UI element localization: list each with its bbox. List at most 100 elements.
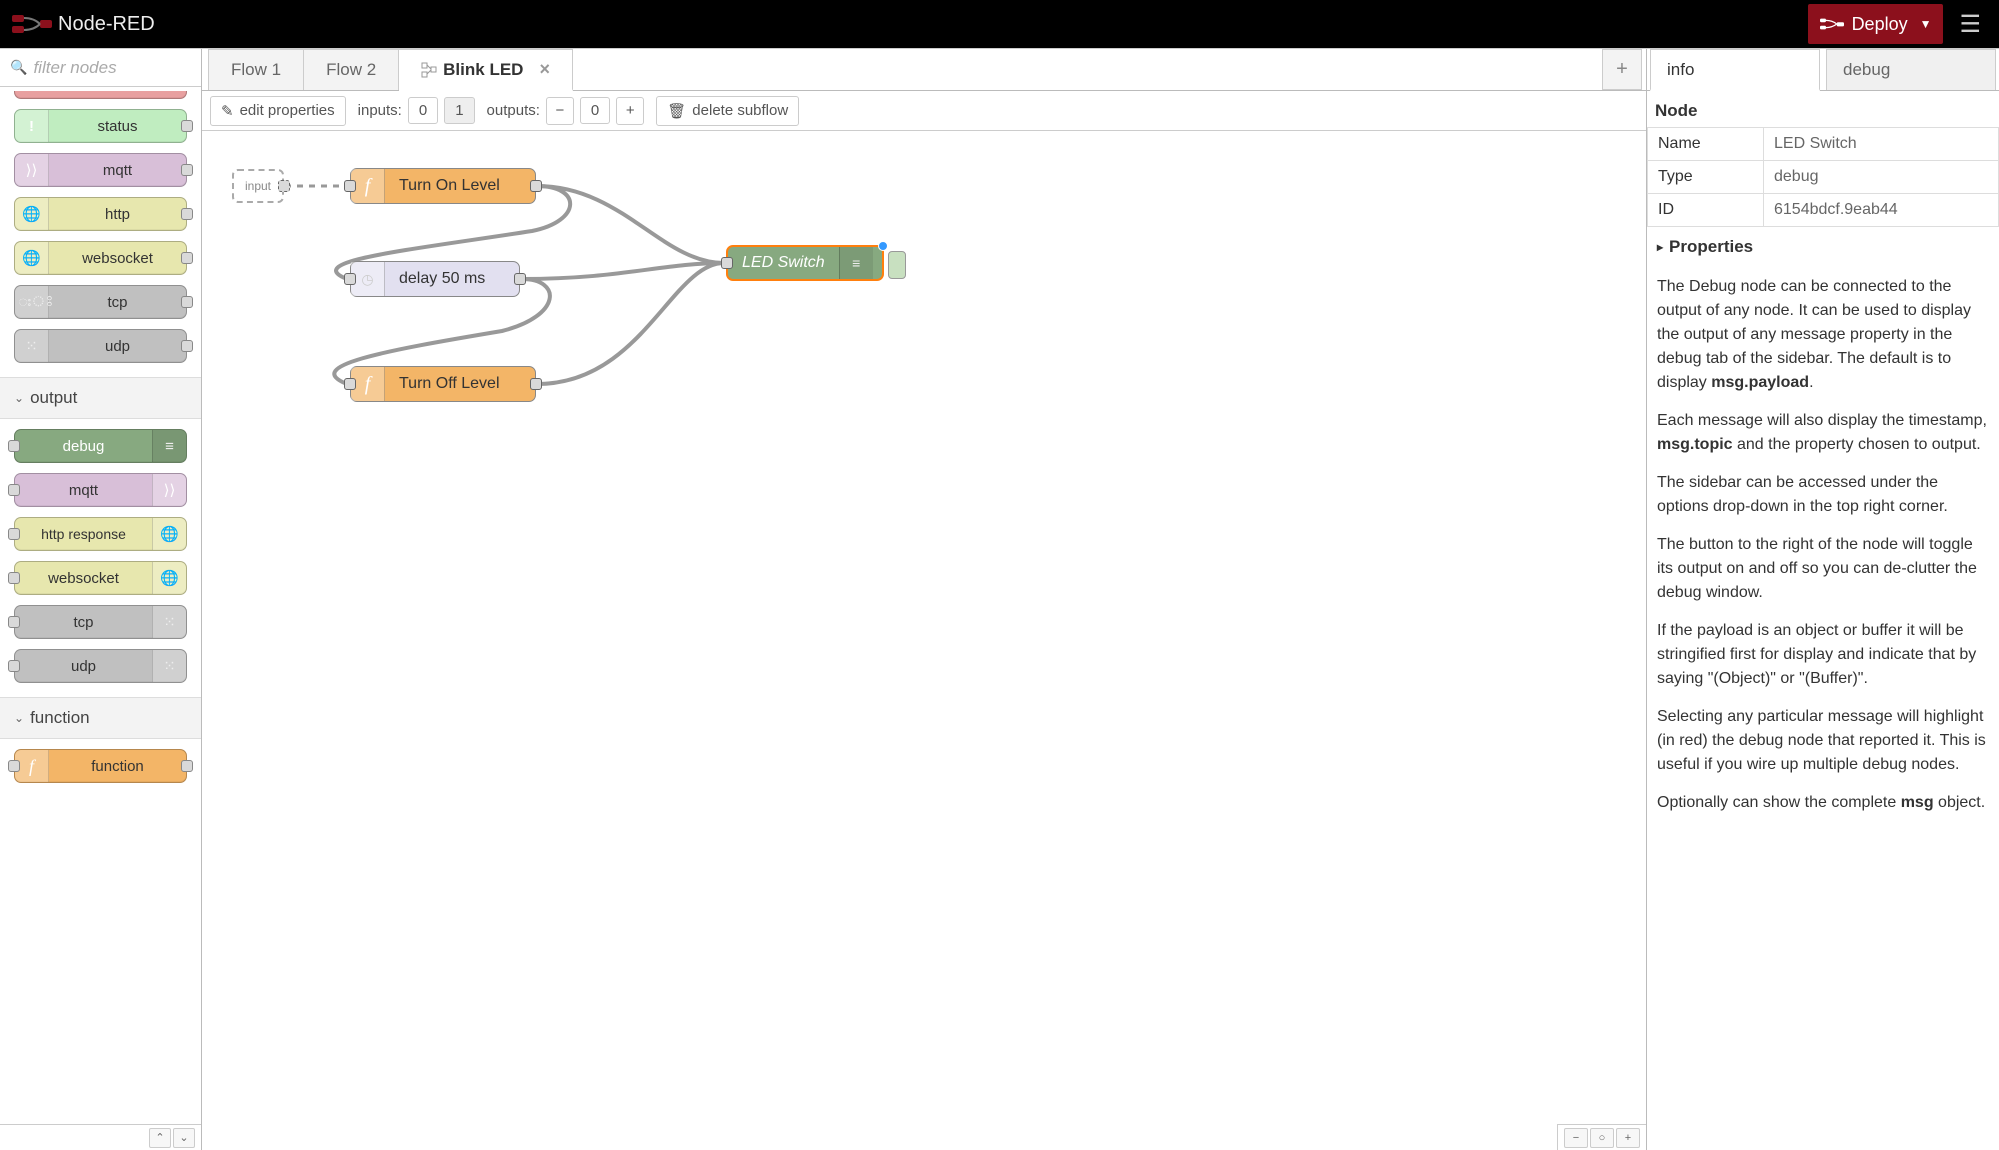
- node-output-port[interactable]: [514, 273, 526, 285]
- outputs-value: 0: [580, 97, 610, 124]
- palette-panel: 🔍 ! status ⟩⟩ mqtt: [0, 49, 202, 1150]
- palette-node-udp-in[interactable]: ⁙ udp: [14, 329, 187, 363]
- tab-blink-led[interactable]: Blink LED ×: [399, 49, 573, 91]
- outputs-increment-button[interactable]: +: [616, 97, 644, 125]
- node-output-port[interactable]: [278, 180, 290, 192]
- table-row: NameLED Switch: [1648, 128, 1999, 161]
- delete-subflow-button[interactable]: 🗑 delete subflow: [656, 96, 799, 126]
- sidebar-properties-toggle[interactable]: ▸ Properties: [1647, 227, 1999, 267]
- palette-collapse-all-button[interactable]: ⌃: [149, 1128, 171, 1148]
- main-menu-button[interactable]: ☰: [1953, 6, 1987, 43]
- node-input-port[interactable]: [344, 378, 356, 390]
- flow-node-delay[interactable]: ◷ delay 50 ms: [350, 261, 520, 297]
- mqtt-icon: ⟩⟩: [26, 161, 38, 179]
- palette-node-udp-out[interactable]: udp ⁙: [14, 649, 187, 683]
- edit-properties-button[interactable]: ✎ edit properties: [210, 96, 346, 126]
- minus-icon: −: [556, 102, 565, 119]
- node-help-text: The Debug node can be connected to the o…: [1647, 267, 1999, 849]
- chevron-down-icon: ⌄: [14, 391, 24, 405]
- debug-toggle-button[interactable]: [888, 251, 906, 279]
- tab-flow-2[interactable]: Flow 2: [304, 49, 399, 90]
- sidebar-tab-info[interactable]: info: [1650, 49, 1820, 91]
- node-output-port[interactable]: [181, 340, 193, 352]
- palette-search: 🔍: [0, 49, 201, 87]
- palette-node-http-response[interactable]: http response 🌐: [14, 517, 187, 551]
- node-output-port[interactable]: [181, 760, 193, 772]
- subflow-toolbar: ✎ edit properties inputs: 0 1 outputs: −…: [202, 91, 1646, 131]
- node-output-port[interactable]: [530, 378, 542, 390]
- node-input-port[interactable]: [8, 760, 20, 772]
- palette-filter-input[interactable]: [33, 58, 191, 78]
- node-output-port[interactable]: [181, 164, 193, 176]
- node-input-port[interactable]: [344, 273, 356, 285]
- function-icon: f: [29, 756, 34, 777]
- node-info-table: NameLED Switch Typedebug ID6154bdcf.9eab…: [1647, 127, 1999, 227]
- palette-node-mqtt-out[interactable]: mqtt ⟩⟩: [14, 473, 187, 507]
- deploy-icon: [1820, 15, 1844, 33]
- node-input-port[interactable]: [344, 180, 356, 192]
- chevrons-down-icon: ⌄: [179, 1131, 188, 1144]
- function-icon: f: [365, 175, 371, 198]
- palette-category-function[interactable]: ⌄ function: [0, 697, 201, 739]
- node-input-port[interactable]: [8, 528, 20, 540]
- sidebar-tabs: info debug: [1647, 49, 1999, 91]
- flow-node-turn-on[interactable]: f Turn On Level: [350, 168, 536, 204]
- node-input-port[interactable]: [8, 440, 20, 452]
- minus-icon: −: [1573, 1132, 1579, 1144]
- node-input-port[interactable]: [8, 572, 20, 584]
- zoom-reset-button[interactable]: ○: [1590, 1128, 1614, 1148]
- tab-close-button[interactable]: ×: [539, 59, 550, 80]
- palette-node-tcp-in[interactable]: �းঃ tcp: [14, 285, 187, 319]
- node-output-port[interactable]: [181, 252, 193, 264]
- app-title: Node-RED: [58, 13, 155, 36]
- palette-node-websocket-in[interactable]: 🌐 websocket: [14, 241, 187, 275]
- plus-icon: +: [1616, 58, 1628, 81]
- sidebar-section-node: Node: [1647, 91, 1999, 127]
- mqtt-icon: ⟩⟩: [164, 481, 176, 499]
- palette-node-tcp-out[interactable]: tcp ⁙: [14, 605, 187, 639]
- node-output-port[interactable]: [181, 120, 193, 132]
- node-input-port[interactable]: [8, 484, 20, 496]
- debug-icon: ≡: [852, 255, 860, 271]
- trash-icon: 🗑: [667, 102, 686, 120]
- zoom-out-button[interactable]: −: [1564, 1128, 1588, 1148]
- node-input-port[interactable]: [8, 660, 20, 672]
- palette-node-websocket-out[interactable]: websocket 🌐: [14, 561, 187, 595]
- node-input-port[interactable]: [8, 616, 20, 628]
- workspace-tabs: Flow 1 Flow 2 Blink LED × +: [202, 49, 1646, 91]
- globe-icon: 🌐: [160, 525, 179, 543]
- sidebar-tab-debug[interactable]: debug: [1826, 49, 1996, 90]
- outputs-decrement-button[interactable]: −: [546, 97, 574, 125]
- node-output-port[interactable]: [181, 208, 193, 220]
- flow-node-turn-off[interactable]: f Turn Off Level: [350, 366, 536, 402]
- subflow-input-node[interactable]: input: [232, 169, 284, 203]
- tab-flow-1[interactable]: Flow 1: [208, 49, 304, 90]
- add-tab-button[interactable]: +: [1602, 49, 1642, 90]
- deploy-button[interactable]: Deploy ▼: [1808, 4, 1944, 44]
- node-input-port[interactable]: [721, 257, 733, 269]
- node-red-logo-icon: [12, 13, 52, 35]
- flow-canvas[interactable]: input f Turn On Level ◷ delay 50 ms: [202, 131, 1646, 1150]
- debug-icon: ≡: [165, 438, 174, 455]
- function-icon: f: [365, 373, 371, 396]
- subflow-outputs-control: outputs: − 0 +: [487, 97, 645, 125]
- node-output-port[interactable]: [181, 296, 193, 308]
- palette-node-status[interactable]: ! status: [14, 109, 187, 143]
- search-icon: 🔍: [10, 59, 27, 76]
- alert-icon: !: [29, 118, 34, 135]
- zoom-in-button[interactable]: +: [1616, 1128, 1640, 1148]
- inputs-option-1[interactable]: 1: [444, 97, 474, 124]
- inputs-option-0[interactable]: 0: [408, 97, 438, 124]
- globe-icon: 🌐: [22, 205, 41, 223]
- flow-node-led-switch[interactable]: LED Switch ≡: [726, 245, 884, 281]
- network-icon: �းঃ: [10, 290, 54, 315]
- palette-node-mqtt-in[interactable]: ⟩⟩ mqtt: [14, 153, 187, 187]
- palette-node-http-in[interactable]: 🌐 http: [14, 197, 187, 231]
- palette-node-function[interactable]: f function: [14, 749, 187, 783]
- palette-category-output[interactable]: ⌄ output: [0, 377, 201, 419]
- palette-node-truncated[interactable]: [14, 91, 187, 99]
- workspace: Flow 1 Flow 2 Blink LED × + ✎ edit prope…: [202, 49, 1647, 1150]
- node-output-port[interactable]: [530, 180, 542, 192]
- palette-expand-all-button[interactable]: ⌄: [173, 1128, 195, 1148]
- palette-node-debug[interactable]: debug ≡: [14, 429, 187, 463]
